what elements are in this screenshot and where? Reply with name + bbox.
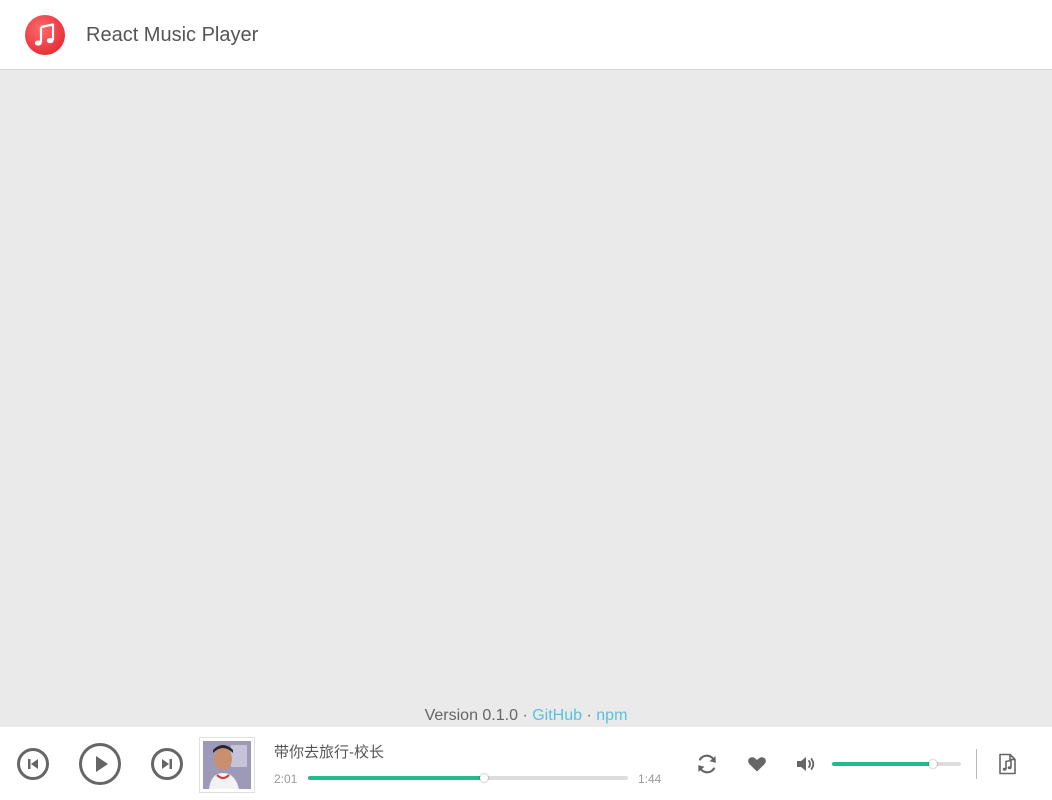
main-content-area: Version 0.1.0 · GitHub · npm (0, 70, 1052, 727)
progress-handle[interactable] (480, 774, 488, 782)
skip-next-icon (162, 759, 172, 769)
github-link[interactable]: GitHub (532, 707, 582, 724)
version-text: Version 0.1.0 (424, 707, 518, 724)
volume-button[interactable] (793, 751, 819, 777)
app-title: React Music Player (86, 24, 259, 46)
next-button[interactable] (151, 748, 183, 780)
music-note-icon (25, 15, 65, 55)
version-footer: Version 0.1.0 · GitHub · npm (0, 706, 1052, 726)
progress-fill (308, 776, 484, 780)
separator: · (522, 707, 528, 724)
volume-icon (797, 757, 815, 771)
play-icon (96, 756, 108, 772)
like-button[interactable] (744, 751, 770, 777)
skip-previous-icon (28, 759, 38, 769)
previous-button[interactable] (17, 748, 49, 780)
playlist-button[interactable] (994, 751, 1020, 777)
repeat-button[interactable] (694, 751, 720, 777)
app-header: React Music Player (0, 0, 1052, 70)
volume-handle[interactable] (928, 760, 937, 768)
repeat-icon (698, 754, 716, 774)
player-bar: 带你去旅行-校长 2:01 1:44 (0, 727, 1052, 800)
volume-fill (832, 762, 933, 766)
heart-icon (748, 757, 766, 772)
divider (976, 749, 977, 779)
play-button[interactable] (79, 743, 121, 785)
album-cover (199, 737, 255, 793)
npm-link[interactable]: npm (596, 707, 627, 724)
separator: · (586, 707, 592, 724)
time-total: 1:44 (638, 772, 662, 786)
playlist-icon (999, 753, 1016, 775)
time-elapsed: 2:01 (274, 772, 298, 786)
album-art-image (203, 741, 251, 789)
volume-slider[interactable] (832, 760, 961, 768)
progress-slider[interactable] (308, 774, 628, 782)
song-title: 带你去旅行-校长 (274, 744, 384, 761)
